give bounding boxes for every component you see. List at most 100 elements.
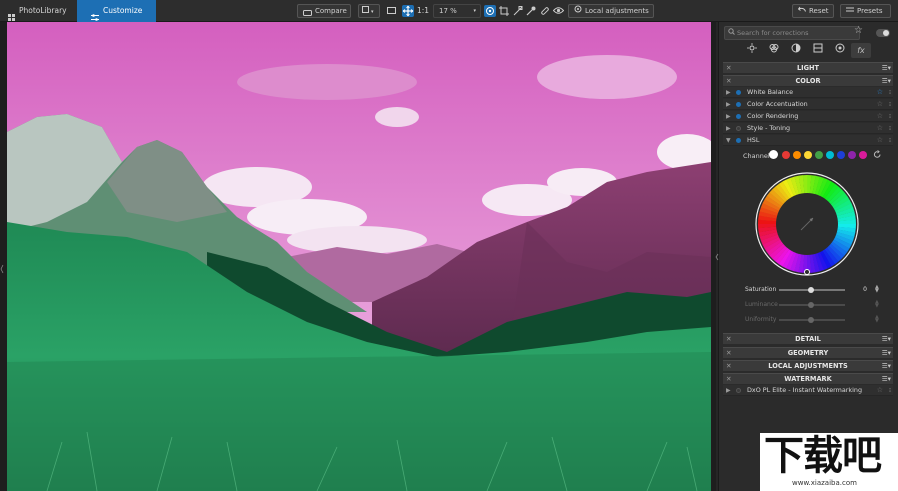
presets-button[interactable]: Presets <box>840 4 891 18</box>
channel-swatch[interactable] <box>837 151 845 159</box>
more-icon[interactable]: ⁝ <box>889 87 891 98</box>
channel-swatch[interactable] <box>782 151 790 159</box>
tab-customize[interactable]: Customize <box>77 0 156 22</box>
section-local-adjustments[interactable]: ✕ LOCAL ADJUSTMENTS ☰▾ <box>723 360 893 371</box>
enabled-toggle-icon[interactable] <box>736 388 741 393</box>
more-icon[interactable]: ⁝ <box>889 99 891 110</box>
close-icon[interactable]: ✕ <box>726 63 732 73</box>
enabled-toggle-icon[interactable] <box>736 90 741 95</box>
correction-row-style-toning[interactable]: ▶ Style - Toning ☆ ⁝ <box>723 123 893 134</box>
color-palette-icon[interactable] <box>765 43 783 58</box>
channel-swatch[interactable] <box>793 151 801 159</box>
eye-icon[interactable] <box>552 6 565 17</box>
effects-palette-icon[interactable]: fx <box>851 43 871 58</box>
star-icon[interactable]: ☆ <box>877 123 883 134</box>
stepper-icon[interactable]: ▲ ▼ <box>875 315 879 324</box>
section-color[interactable]: ✕ COLOR ☰▾ <box>723 75 893 86</box>
section-menu-icon[interactable]: ☰▾ <box>882 63 891 73</box>
zoom-one-to-one-button[interactable]: 1:1 <box>417 3 429 19</box>
section-light[interactable]: ✕ LIGHT ☰▾ <box>723 62 893 73</box>
auto-correct-icon[interactable] <box>484 5 496 17</box>
detail-palette-icon[interactable] <box>787 43 805 58</box>
section-detail[interactable]: ✕ DETAIL ☰▾ <box>723 333 893 344</box>
close-icon[interactable]: ✕ <box>726 348 732 358</box>
search-placeholder: Search for corrections <box>737 29 809 37</box>
straighten-icon[interactable] <box>513 6 523 18</box>
section-menu-icon[interactable]: ☰▾ <box>882 76 891 86</box>
hsl-color-wheel[interactable] <box>755 172 859 276</box>
saturation-value[interactable]: 0 <box>849 286 867 293</box>
saturation-slider-handle[interactable] <box>808 287 814 293</box>
section-geometry[interactable]: ✕ GEOMETRY ☰▾ <box>723 347 893 358</box>
star-icon[interactable]: ☆ <box>877 111 883 122</box>
channel-swatch[interactable] <box>826 151 834 159</box>
eyedropper-icon[interactable] <box>526 6 536 18</box>
enabled-toggle-icon[interactable] <box>736 102 741 107</box>
compare-button[interactable]: Compare <box>297 4 351 18</box>
view-mode-dropdown[interactable]: ▾ <box>358 4 380 18</box>
collapse-arrow-icon[interactable]: ▼ <box>726 135 731 146</box>
enabled-toggle-icon[interactable] <box>736 114 741 119</box>
channel-swatch[interactable] <box>804 151 812 159</box>
enabled-toggle-icon[interactable] <box>736 138 741 143</box>
channel-swatch[interactable] <box>769 150 778 159</box>
section-menu-icon[interactable]: ☰▾ <box>882 348 891 358</box>
expand-arrow-icon[interactable]: ▶ <box>726 99 731 110</box>
star-icon[interactable]: ☆ <box>877 87 883 98</box>
star-icon[interactable]: ☆ <box>877 385 883 396</box>
luminance-label: Luminance <box>745 301 778 308</box>
local-palette-icon[interactable] <box>831 43 849 58</box>
close-icon[interactable]: ✕ <box>726 334 732 344</box>
local-adjustments-button[interactable]: Local adjustments <box>568 4 654 18</box>
move-tool-icon[interactable] <box>402 5 414 17</box>
expand-arrow-icon[interactable]: ▶ <box>726 87 731 98</box>
star-icon[interactable]: ☆ <box>877 99 883 110</box>
channel-swatch[interactable] <box>815 151 823 159</box>
section-light-title: LIGHT <box>796 64 820 72</box>
image-viewer[interactable] <box>0 22 716 491</box>
enabled-toggle-icon[interactable] <box>736 126 741 131</box>
compare-label: Compare <box>315 7 347 15</box>
channel-swatch[interactable] <box>848 151 856 159</box>
more-icon[interactable]: ⁝ <box>889 111 891 122</box>
star-icon[interactable]: ☆ <box>877 135 883 146</box>
panel-collapse-handle[interactable] <box>715 252 719 264</box>
crop-icon[interactable] <box>499 6 509 18</box>
left-panel-handle[interactable] <box>0 262 4 276</box>
section-menu-icon[interactable]: ☰▾ <box>882 334 891 344</box>
favorites-star-icon[interactable]: ☆ <box>854 25 863 36</box>
stepper-icon[interactable]: ▲ ▼ <box>875 300 879 309</box>
correction-row-color-rendering[interactable]: ▶ Color Rendering ☆ ⁝ <box>723 111 893 122</box>
zoom-dropdown[interactable]: 17 % ▾ <box>433 4 481 18</box>
grid-icon <box>8 8 15 21</box>
search-corrections-input[interactable]: Search for corrections <box>724 26 860 40</box>
tab-photolibrary[interactable]: PhotoLibrary <box>0 0 74 22</box>
correction-row-watermarking[interactable]: ▶ DxO PL Elite - Instant Watermarking ☆ … <box>723 385 893 396</box>
luminance-slider-handle[interactable] <box>808 302 814 308</box>
uniformity-slider-handle[interactable] <box>808 317 814 323</box>
more-icon[interactable]: ⁝ <box>889 123 891 134</box>
geometry-palette-icon[interactable] <box>809 43 827 58</box>
correction-row-color-accentuation[interactable]: ▶ Color Accentuation ☆ ⁝ <box>723 99 893 110</box>
fit-screen-icon[interactable] <box>387 6 396 17</box>
more-icon[interactable]: ⁝ <box>889 135 891 146</box>
expand-arrow-icon[interactable]: ▶ <box>726 385 731 396</box>
close-icon[interactable]: ✕ <box>726 361 732 371</box>
expand-arrow-icon[interactable]: ▶ <box>726 123 731 134</box>
close-icon[interactable]: ✕ <box>726 374 732 384</box>
section-menu-icon[interactable]: ☰▾ <box>882 361 891 371</box>
reset-channel-icon[interactable] <box>873 150 882 161</box>
toggle-switch[interactable] <box>876 29 890 37</box>
section-watermark[interactable]: ✕ WATERMARK ☰▾ <box>723 373 893 384</box>
section-menu-icon[interactable]: ☰▾ <box>882 374 891 384</box>
correction-row-hsl[interactable]: ▼ HSL ☆ ⁝ <box>723 135 893 146</box>
expand-arrow-icon[interactable]: ▶ <box>726 111 731 122</box>
more-icon[interactable]: ⁝ <box>889 385 891 396</box>
light-palette-icon[interactable] <box>743 43 761 58</box>
correction-row-white-balance[interactable]: ▶ White Balance ☆ ⁝ <box>723 87 893 98</box>
repair-icon[interactable] <box>540 6 550 18</box>
stepper-icon[interactable]: ▲ ▼ <box>875 285 879 294</box>
reset-button[interactable]: Reset <box>792 4 834 18</box>
close-icon[interactable]: ✕ <box>726 76 732 86</box>
channel-swatch[interactable] <box>859 151 867 159</box>
